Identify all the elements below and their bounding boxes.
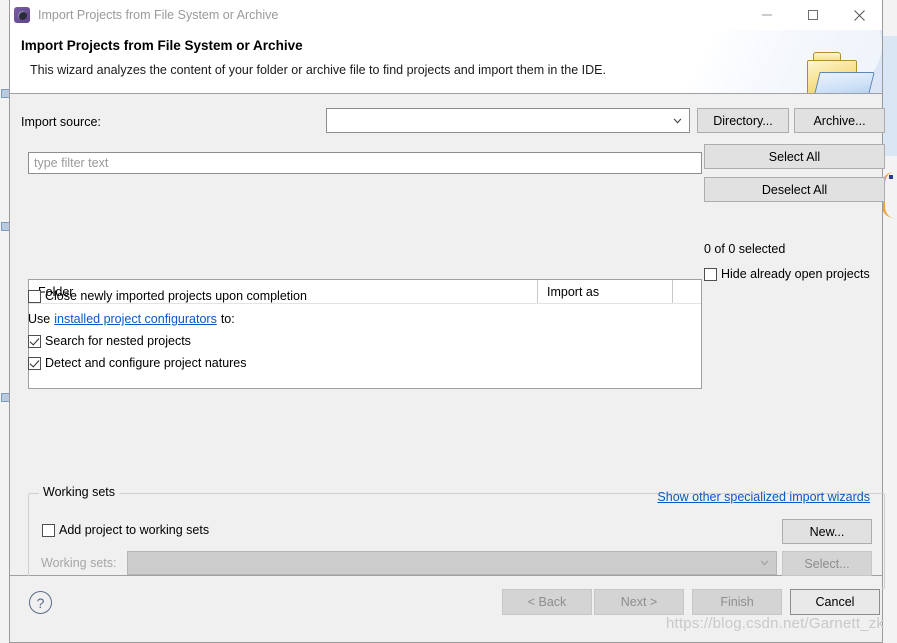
help-icon[interactable]: ? [29,591,52,614]
nested-projects-checkbox[interactable] [28,334,41,348]
installed-project-configurators-link[interactable]: installed project configurators [54,312,217,326]
close-icon[interactable] [836,0,882,30]
minimize-icon[interactable] [744,0,790,30]
directory-button[interactable]: Directory... [697,108,789,133]
chevron-down-icon [673,117,682,124]
maximize-icon[interactable] [790,0,836,30]
selection-status: 0 of 0 selected [704,242,786,256]
background-panel [883,36,897,156]
add-to-working-sets-row[interactable]: Add project to working sets [42,523,209,537]
archive-button[interactable]: Archive... [794,108,885,133]
close-imported-label: Close newly imported projects upon compl… [45,289,307,303]
show-other-wizards-link[interactable]: Show other specialized import wizards [657,490,870,504]
import-source-label: Import source: [21,115,101,129]
window-title: Import Projects from File System or Arch… [38,8,279,22]
add-to-working-sets-label: Add project to working sets [59,523,210,537]
close-imported-row[interactable]: Close newly imported projects upon compl… [28,289,307,303]
column-header-import-as[interactable]: Import as [537,280,672,303]
back-button: < Back [502,589,592,615]
hide-open-projects-label: Hide already open projects [721,267,870,281]
import-source-input[interactable] [328,110,668,131]
close-imported-checkbox[interactable] [28,289,41,303]
select-all-button[interactable]: Select All [704,144,885,169]
folder-icon [801,52,875,93]
chevron-down-icon [760,560,769,566]
configurators-suffix: to: [220,312,235,326]
working-sets-group: Working sets Add project to working sets… [28,485,885,589]
hide-open-projects-checkbox[interactable] [704,267,717,281]
finish-button: Finish [692,589,782,615]
add-to-working-sets-checkbox[interactable] [42,523,55,537]
project-natures-row[interactable]: Detect and configure project natures [28,356,247,370]
eclipse-icon [14,7,30,23]
column-header-extra[interactable] [672,280,701,303]
page-description: This wizard analyzes the content of your… [30,63,606,77]
working-sets-combo-label: Working sets: [41,556,117,570]
deselect-all-button[interactable]: Deselect All [704,177,885,202]
nested-projects-label: Search for nested projects [45,334,191,348]
import-source-combo[interactable] [326,108,690,133]
ide-background-left [0,0,10,643]
nested-projects-row[interactable]: Search for nested projects [28,334,191,348]
working-sets-combo [127,551,777,575]
project-natures-label: Detect and configure project natures [45,356,247,370]
wizard-header: Import Projects from File System or Arch… [10,30,882,93]
wizard-body: Import source: Directory... Archive... F… [10,94,885,589]
hide-open-projects-row[interactable]: Hide already open projects [704,267,870,281]
select-working-set-button: Select... [782,551,872,576]
wizard-footer: ? < Back Next > Finish Cancel [10,576,882,642]
filter-input[interactable] [28,152,702,174]
next-button: Next > [594,589,684,615]
cancel-button[interactable]: Cancel [790,589,880,615]
working-sets-group-title: Working sets [39,485,120,499]
title-bar: Import Projects from File System or Arch… [10,0,882,30]
page-title: Import Projects from File System or Arch… [21,38,303,53]
configurators-prefix: Use [28,312,51,326]
ide-background-right [882,0,897,643]
configurators-row: Use installed project configurators to: [28,312,235,326]
project-natures-checkbox[interactable] [28,356,41,370]
import-wizard-dialog: Import Projects from File System or Arch… [9,0,885,643]
background-dot [889,175,893,179]
new-working-set-button[interactable]: New... [782,519,872,544]
window-controls [744,0,882,30]
